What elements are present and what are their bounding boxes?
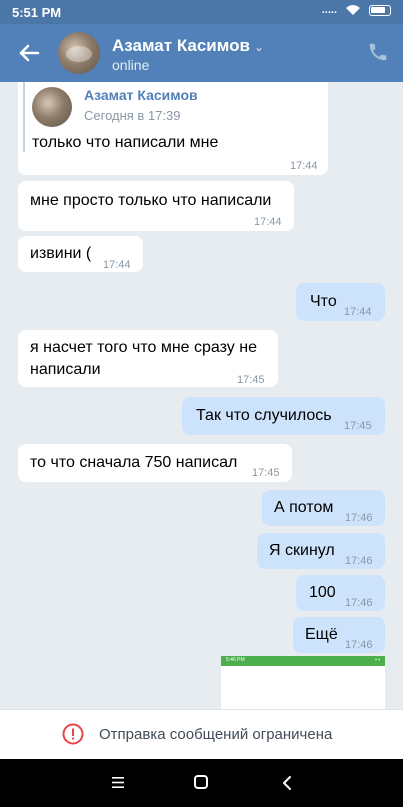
status-icons: .....: [322, 4, 391, 16]
message-text: Ещё: [305, 626, 338, 643]
wifi-icon: [346, 5, 360, 15]
quote-avatar: [32, 87, 72, 127]
restriction-text: Отправка сообщений ограничена: [99, 726, 333, 743]
home-icon[interactable]: [194, 775, 208, 789]
message-time: 17:44: [254, 216, 282, 228]
message-text: 100: [309, 584, 336, 601]
image-attachment[interactable]: 5:46 PM ▪ ▪: [221, 656, 385, 714]
message-time: 17:46: [345, 555, 373, 567]
image-status-icons: ▪ ▪: [375, 657, 380, 663]
phone-icon[interactable]: [367, 41, 389, 63]
message-text: то что сначала 750 написал: [30, 454, 238, 471]
quote-bar: [23, 82, 25, 152]
message-text: Что: [310, 293, 337, 310]
message-incoming[interactable]: мне просто только что написали 17:44: [18, 181, 294, 231]
message-outgoing[interactable]: А потом 17:46: [262, 490, 385, 526]
message-text: мне просто только что написали: [30, 192, 272, 209]
contact-name-text: Азамат Касимов: [112, 36, 250, 55]
image-status-time: 5:46 PM: [226, 657, 245, 663]
message-time: 17:46: [345, 512, 373, 524]
message-text: А потом: [274, 499, 334, 516]
message-incoming[interactable]: извини ( 17:44: [18, 236, 143, 272]
message-text: Так что случилось: [196, 407, 332, 424]
forwarded-message[interactable]: Азамат Касимов Сегодня в 17:39 только чт…: [18, 82, 328, 175]
menu-icon[interactable]: [112, 776, 124, 789]
message-time: 17:44: [103, 259, 131, 271]
chevron-down-icon: ⌄: [253, 40, 265, 54]
message-time: 17:45: [237, 374, 265, 386]
message-time: 17:45: [252, 467, 280, 479]
back-icon[interactable]: [280, 775, 294, 791]
message-text: только что написали мне: [32, 134, 219, 151]
message-outgoing[interactable]: Я скинул 17:46: [257, 533, 385, 569]
quote-date: Сегодня в 17:39: [84, 108, 181, 123]
message-time: 17:46: [345, 639, 373, 651]
battery-icon: [369, 4, 391, 16]
image-status-bar: 5:46 PM ▪ ▪: [221, 656, 385, 666]
signal-icon: .....: [321, 4, 337, 16]
warning-icon: [62, 723, 84, 745]
message-text: Я скинул: [269, 542, 335, 559]
message-time: 17:45: [344, 420, 372, 432]
message-incoming[interactable]: я насчет того что мне сразу не написали …: [18, 330, 278, 387]
message-time: 17:44: [290, 160, 318, 172]
message-outgoing[interactable]: 100 17:46: [296, 575, 385, 611]
contact-avatar[interactable]: [58, 32, 100, 74]
message-text: извини (: [30, 245, 92, 262]
restriction-bar: Отправка сообщений ограничена: [0, 709, 403, 759]
chat-header: Азамат Касимов ⌄ online: [0, 24, 403, 82]
message-outgoing[interactable]: Что 17:44: [296, 283, 385, 321]
message-outgoing[interactable]: Так что случилось 17:45: [182, 397, 385, 435]
quote-author: Азамат Касимов: [84, 87, 198, 103]
navigation-bar: [0, 759, 403, 807]
message-time: 17:46: [345, 597, 373, 609]
message-outgoing[interactable]: Ещё 17:46: [293, 617, 385, 653]
status-bar: 5:51 PM .....: [0, 0, 403, 24]
contact-status: online: [112, 57, 150, 73]
message-time: 17:44: [344, 306, 372, 318]
back-arrow-icon[interactable]: [14, 38, 44, 68]
message-incoming[interactable]: то что сначала 750 написал 17:45: [18, 444, 292, 482]
status-time: 5:51 PM: [12, 5, 62, 20]
message-text-line1: я насчет того что мне сразу не: [30, 339, 257, 356]
message-text-line2: написали: [30, 361, 101, 378]
contact-name[interactable]: Азамат Касимов ⌄: [112, 36, 264, 56]
